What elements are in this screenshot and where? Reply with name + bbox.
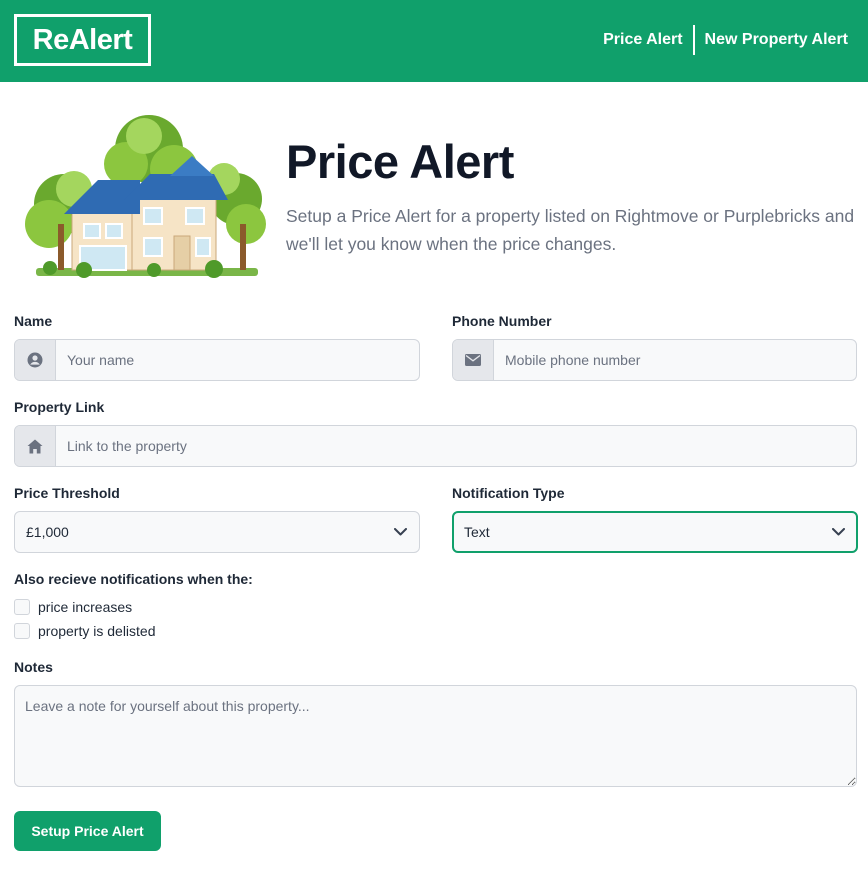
- notification-type-value: Text: [464, 524, 490, 540]
- checkbox-delisted-label: property is delisted: [38, 623, 156, 639]
- phone-input-group: [452, 339, 857, 381]
- property-link-input[interactable]: [56, 426, 856, 466]
- also-notify-label: Also recieve notifications when the:: [14, 571, 253, 587]
- nav-link-new-property-alert[interactable]: New Property Alert: [695, 31, 858, 49]
- checkbox-delisted[interactable]: [14, 623, 30, 639]
- house-illustration: [25, 115, 266, 278]
- name-label: Name: [14, 313, 53, 329]
- price-threshold-value: £1,000: [26, 524, 69, 540]
- logo[interactable]: ReAlert: [14, 14, 151, 66]
- nav-links: Price Alert New Property Alert: [593, 25, 858, 55]
- price-threshold-select[interactable]: £1,000: [14, 511, 420, 553]
- price-threshold-label: Price Threshold: [14, 485, 120, 501]
- setup-price-alert-button[interactable]: Setup Price Alert: [14, 811, 161, 851]
- user-circle-icon: [15, 340, 56, 380]
- page-description: Setup a Price Alert for a property liste…: [286, 206, 855, 254]
- notes-label: Notes: [14, 659, 53, 675]
- phone-label: Phone Number: [452, 313, 552, 329]
- checkbox-delisted-row[interactable]: property is delisted: [14, 623, 156, 639]
- notification-type-select[interactable]: Text: [452, 511, 858, 553]
- property-link-input-group: [14, 425, 857, 467]
- nav-link-price-alert[interactable]: Price Alert: [593, 31, 692, 49]
- phone-input[interactable]: [494, 340, 856, 380]
- name-input[interactable]: [56, 340, 419, 380]
- name-input-group: [14, 339, 420, 381]
- property-link-label: Property Link: [14, 399, 105, 415]
- chevron-down-icon: [394, 528, 407, 536]
- notification-type-label: Notification Type: [452, 485, 565, 501]
- navbar: ReAlert Price Alert New Property Alert: [0, 0, 868, 82]
- page-title: Price Alert: [286, 135, 514, 188]
- checkbox-price-increases[interactable]: [14, 599, 30, 615]
- notes-textarea[interactable]: [14, 685, 857, 787]
- chevron-down-icon: [832, 528, 845, 536]
- checkbox-price-increases-row[interactable]: price increases: [14, 599, 132, 615]
- checkbox-price-increases-label: price increases: [38, 599, 133, 615]
- home-icon: [15, 426, 56, 466]
- envelope-icon: [453, 340, 494, 380]
